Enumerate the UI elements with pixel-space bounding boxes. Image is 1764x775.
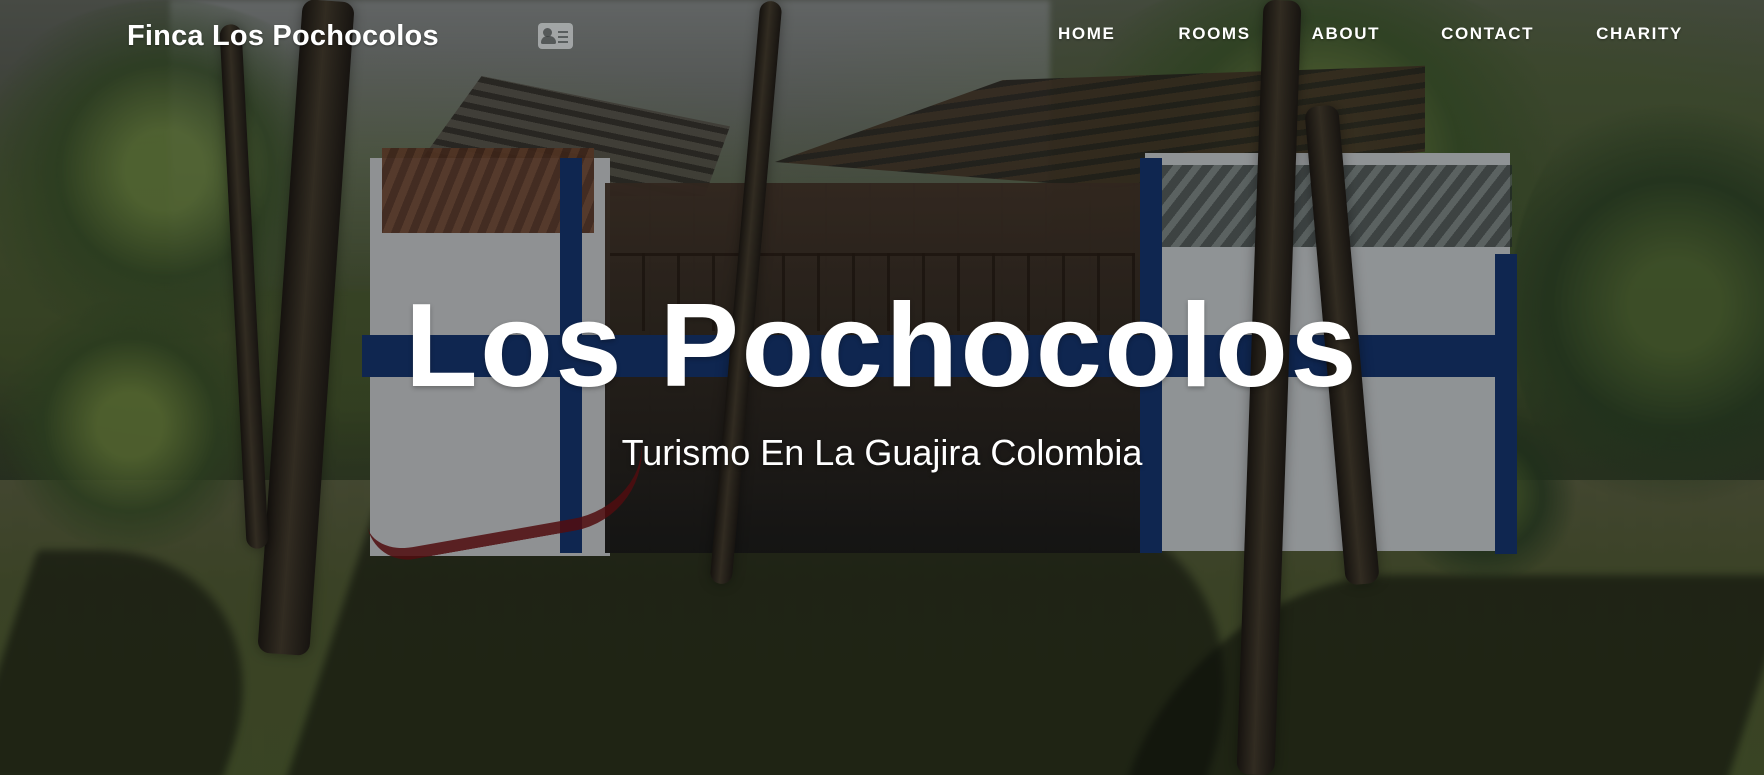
top-navigation-bar: Finca Los Pochocolos HOME ROOMS ABOUT CO… xyxy=(0,0,1764,74)
hero-banner: Finca Los Pochocolos HOME ROOMS ABOUT CO… xyxy=(0,0,1764,775)
contact-card-line-icon-part xyxy=(558,36,568,38)
nav-contact-link[interactable]: CONTACT xyxy=(1441,24,1534,44)
hero-subtitle: Turismo En La Guajira Colombia xyxy=(621,432,1143,473)
hero-title: Los Pochocolos xyxy=(404,279,1360,412)
nav-about-link[interactable]: ABOUT xyxy=(1312,24,1380,44)
contact-card-line-icon-part xyxy=(558,31,568,33)
site-brand-link[interactable]: Finca Los Pochocolos xyxy=(127,20,439,53)
contact-card-icon[interactable] xyxy=(538,23,573,49)
contact-card-person-icon-part xyxy=(541,36,556,44)
nav-home-link[interactable]: HOME xyxy=(1058,24,1115,44)
nav-rooms-link[interactable]: ROOMS xyxy=(1178,24,1250,44)
hero-text-block: Los Pochocolos Turismo En La Guajira Col… xyxy=(0,285,1764,473)
main-navigation: HOME ROOMS ABOUT CONTACT CHARITY xyxy=(1058,24,1683,44)
nav-charity-link[interactable]: CHARITY xyxy=(1596,24,1683,44)
contact-card-line-icon-part xyxy=(558,41,568,43)
